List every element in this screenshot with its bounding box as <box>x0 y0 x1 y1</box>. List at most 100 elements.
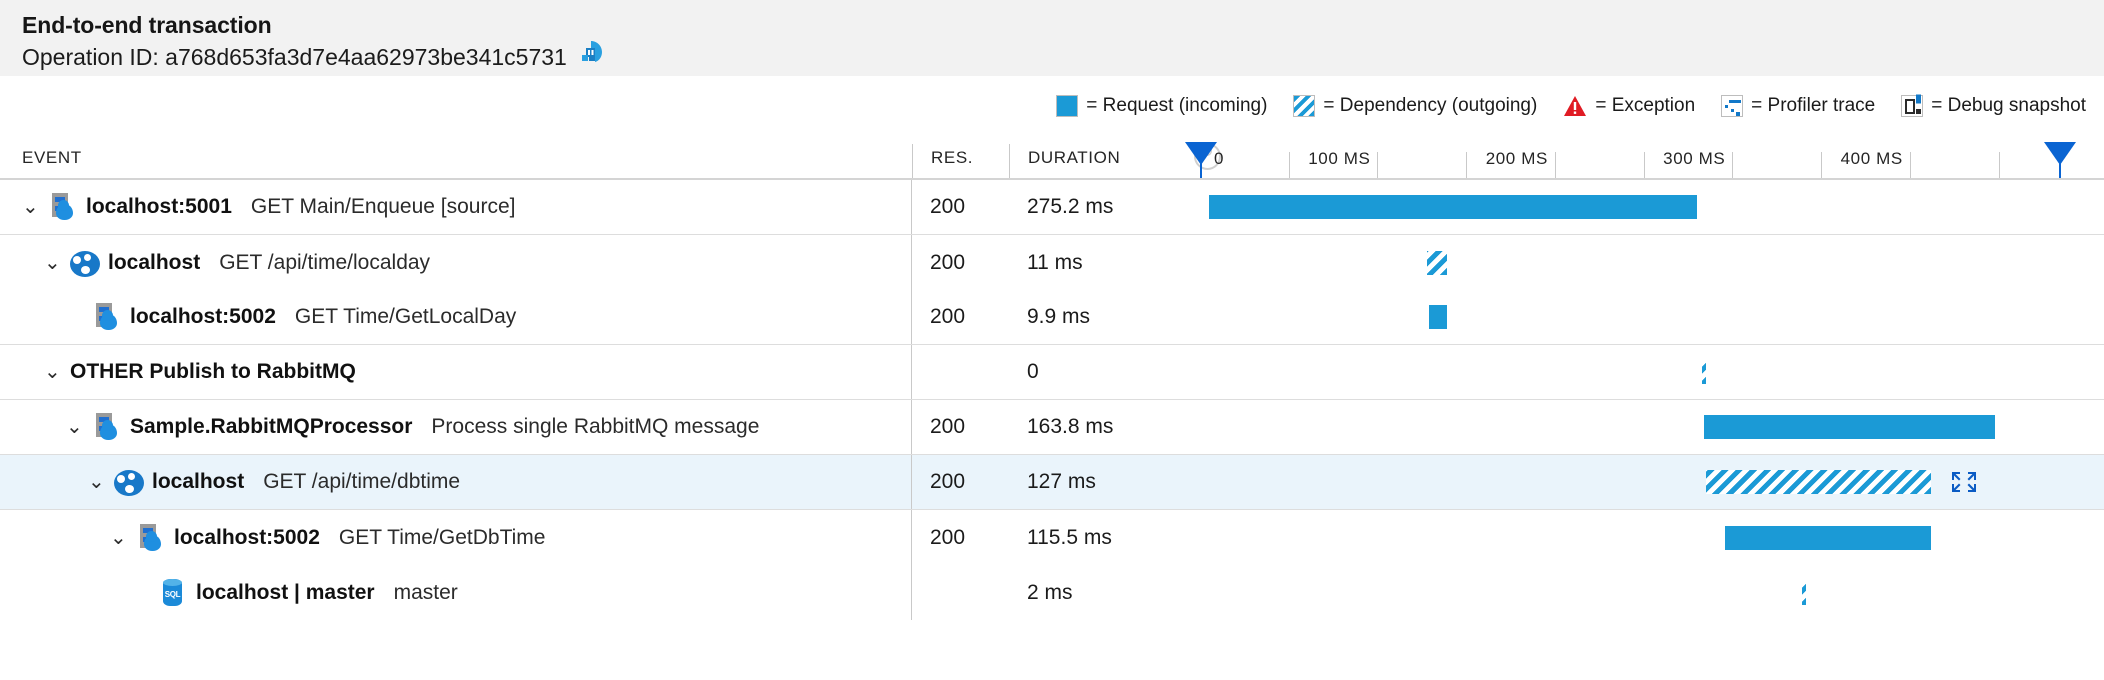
event-name: localhost:5001 <box>86 195 232 218</box>
chevron-down-icon[interactable]: ⌄ <box>110 528 136 548</box>
ruler-label: 200 MS <box>1485 149 1548 168</box>
event-cell[interactable]: ⌄ localhost GET /api/time/dbtime <box>0 455 912 509</box>
exception-warning-icon <box>1563 95 1587 117</box>
timeline-cell[interactable] <box>1176 235 2104 290</box>
event-cell[interactable]: ⌄ localhost:5002 GET Time/GetLocalDay <box>0 290 912 344</box>
response-code-cell: 200 <box>930 305 966 328</box>
transaction-row[interactable]: ⌄SQL localhost | master master 2 ms <box>0 565 2104 620</box>
transaction-row[interactable]: ⌄ localhost GET /api/time/localday 200 11 ms <box>0 235 2104 290</box>
transaction-rows: ⌄ localhost:5001 GET Main/Enqueue [source]… <box>0 180 2104 620</box>
event-name: localhost <box>152 470 245 493</box>
legend-label-dependency: = Dependency (outgoing) <box>1323 95 1538 116</box>
dependency-bar[interactable] <box>1705 470 1932 494</box>
transaction-row[interactable]: ⌄ localhost GET /api/time/dbtime 200 127 ms <box>0 455 2104 510</box>
server-cloud-icon <box>136 523 166 553</box>
chevron-down-icon[interactable]: ⌄ <box>88 472 114 492</box>
transaction-row[interactable]: ⌄ Sample.RabbitMQProcessor Process single … <box>0 400 2104 455</box>
transaction-timeline-grid: EVENT RES. DURATION 0 100 MS 200 MS 300 MS 4… <box>0 136 2104 620</box>
response-code-cell <box>912 345 1009 399</box>
ruler-tick <box>1643 152 1645 178</box>
event-description: GET /api/time/dbtime <box>263 470 461 493</box>
event-description: Process single RabbitMQ message <box>431 415 760 438</box>
legend-item-profiler: = Profiler trace <box>1721 95 1875 117</box>
event-name: localhost <box>108 250 201 274</box>
sql-database-icon: SQL <box>158 578 188 608</box>
response-code-cell: 200 <box>930 195 966 218</box>
ruler-tick <box>1466 152 1468 178</box>
event-cell[interactable]: ⌄ localhost:5001 GET Main/Enqueue [source] <box>0 180 912 234</box>
dependency-bar[interactable] <box>1801 580 1806 605</box>
ruler-tick <box>1554 152 1556 178</box>
app-insights-icon[interactable] <box>578 40 604 74</box>
dependency-bar[interactable] <box>1427 250 1447 275</box>
server-cloud-icon <box>48 192 78 222</box>
request-bar[interactable] <box>1208 195 1697 219</box>
legend: = Request (incoming) = Dependency (outgo… <box>0 76 2104 136</box>
response-code-cell <box>912 565 1009 620</box>
event-name: Sample.RabbitMQProcessor <box>130 415 413 438</box>
duration-cell: 127 ms <box>1027 470 1096 493</box>
legend-label-exception: = Exception <box>1595 95 1696 116</box>
chevron-down-icon[interactable]: ⌄ <box>44 253 70 273</box>
column-header-res: RES. <box>912 144 1009 178</box>
transaction-row[interactable]: ⌄ OTHER Publish to RabbitMQ 0 <box>0 345 2104 400</box>
legend-label-snapshot: = Debug snapshot <box>1931 95 2086 116</box>
legend-item-request: = Request (incoming) <box>1056 95 1267 117</box>
request-bar[interactable] <box>1725 525 1932 550</box>
event-description: GET /api/time/localday <box>219 250 431 274</box>
ruler-tick <box>1377 152 1379 178</box>
timeline-cell[interactable] <box>1176 455 2104 509</box>
request-bar[interactable] <box>1703 415 1995 439</box>
event-cell[interactable]: ⌄ localhost:5002 GET Time/GetDbTime <box>0 510 912 565</box>
event-cell[interactable]: ⌄ Sample.RabbitMQProcessor Process single … <box>0 400 912 454</box>
event-name: localhost | master <box>196 580 375 604</box>
duration-cell: 11 ms <box>1027 250 1083 274</box>
duration-cell: 9.9 ms <box>1027 305 1091 328</box>
debug-snapshot-icon <box>1901 94 1924 117</box>
chevron-down-icon[interactable]: ⌄ <box>44 362 70 382</box>
globe-icon <box>70 250 100 277</box>
ruler-label: 100 MS <box>1308 149 1371 168</box>
legend-label-profiler: = Profiler trace <box>1751 95 1876 116</box>
event-description: master <box>393 580 458 604</box>
transaction-row[interactable]: ⌄ localhost:5002 GET Time/GetLocalDay 200 9.… <box>0 290 2104 345</box>
event-cell[interactable]: ⌄SQL localhost | master master <box>0 565 912 620</box>
response-code-cell: 200 <box>930 470 966 493</box>
ruler-label: 300 MS <box>1663 149 1726 168</box>
event-name: OTHER Publish to RabbitMQ <box>70 360 356 383</box>
ruler-tick <box>1821 152 1823 178</box>
timeline-cell[interactable] <box>1176 400 2104 454</box>
transaction-row[interactable]: ⌄ localhost:5001 GET Main/Enqueue [source]… <box>0 180 2104 235</box>
chevron-down-icon[interactable]: ⌄ <box>66 417 92 437</box>
collapse-arrows-icon[interactable] <box>1951 471 1977 493</box>
chevron-spacer: ⌄ <box>66 307 92 327</box>
page-header: End-to-end transaction Operation ID: a76… <box>0 0 2104 76</box>
response-code-cell: 200 <box>930 525 966 549</box>
ruler-tick <box>1288 152 1290 178</box>
ruler-label: 400 MS <box>1840 149 1903 168</box>
ruler-tick <box>1909 152 1911 178</box>
legend-item-exception: = Exception <box>1563 95 1695 117</box>
timeline-cell[interactable] <box>1176 565 2104 620</box>
event-name: localhost:5002 <box>130 305 276 328</box>
timeline-cell[interactable] <box>1176 290 2104 344</box>
timeline-cell[interactable] <box>1176 345 2104 399</box>
event-cell[interactable]: ⌄ OTHER Publish to RabbitMQ <box>0 345 912 399</box>
event-description: GET Time/GetDbTime <box>338 525 546 549</box>
range-end-handle-icon[interactable] <box>2044 142 2076 178</box>
duration-cell: 115.5 ms <box>1027 525 1112 549</box>
duration-cell: 163.8 ms <box>1027 415 1114 438</box>
chevron-down-icon[interactable]: ⌄ <box>22 197 48 217</box>
timeline-ruler[interactable]: 0100 MS200 MS300 MS400 MS <box>1176 134 2104 178</box>
dependency-bar[interactable] <box>1702 360 1707 384</box>
timeline-cell[interactable] <box>1176 180 2104 234</box>
timeline-cell[interactable] <box>1176 510 2104 565</box>
column-header-duration: DURATION <box>1009 144 1176 178</box>
event-cell[interactable]: ⌄ localhost GET /api/time/localday <box>0 235 912 290</box>
duration-cell: 275.2 ms <box>1027 195 1114 218</box>
transaction-row[interactable]: ⌄ localhost:5002 GET Time/GetDbTime 200 115.… <box>0 510 2104 565</box>
response-code-cell: 200 <box>930 250 966 274</box>
range-start-handle-icon[interactable] <box>1185 142 1217 178</box>
event-description: GET Main/Enqueue [source] <box>250 195 516 218</box>
request-bar[interactable] <box>1428 305 1447 329</box>
